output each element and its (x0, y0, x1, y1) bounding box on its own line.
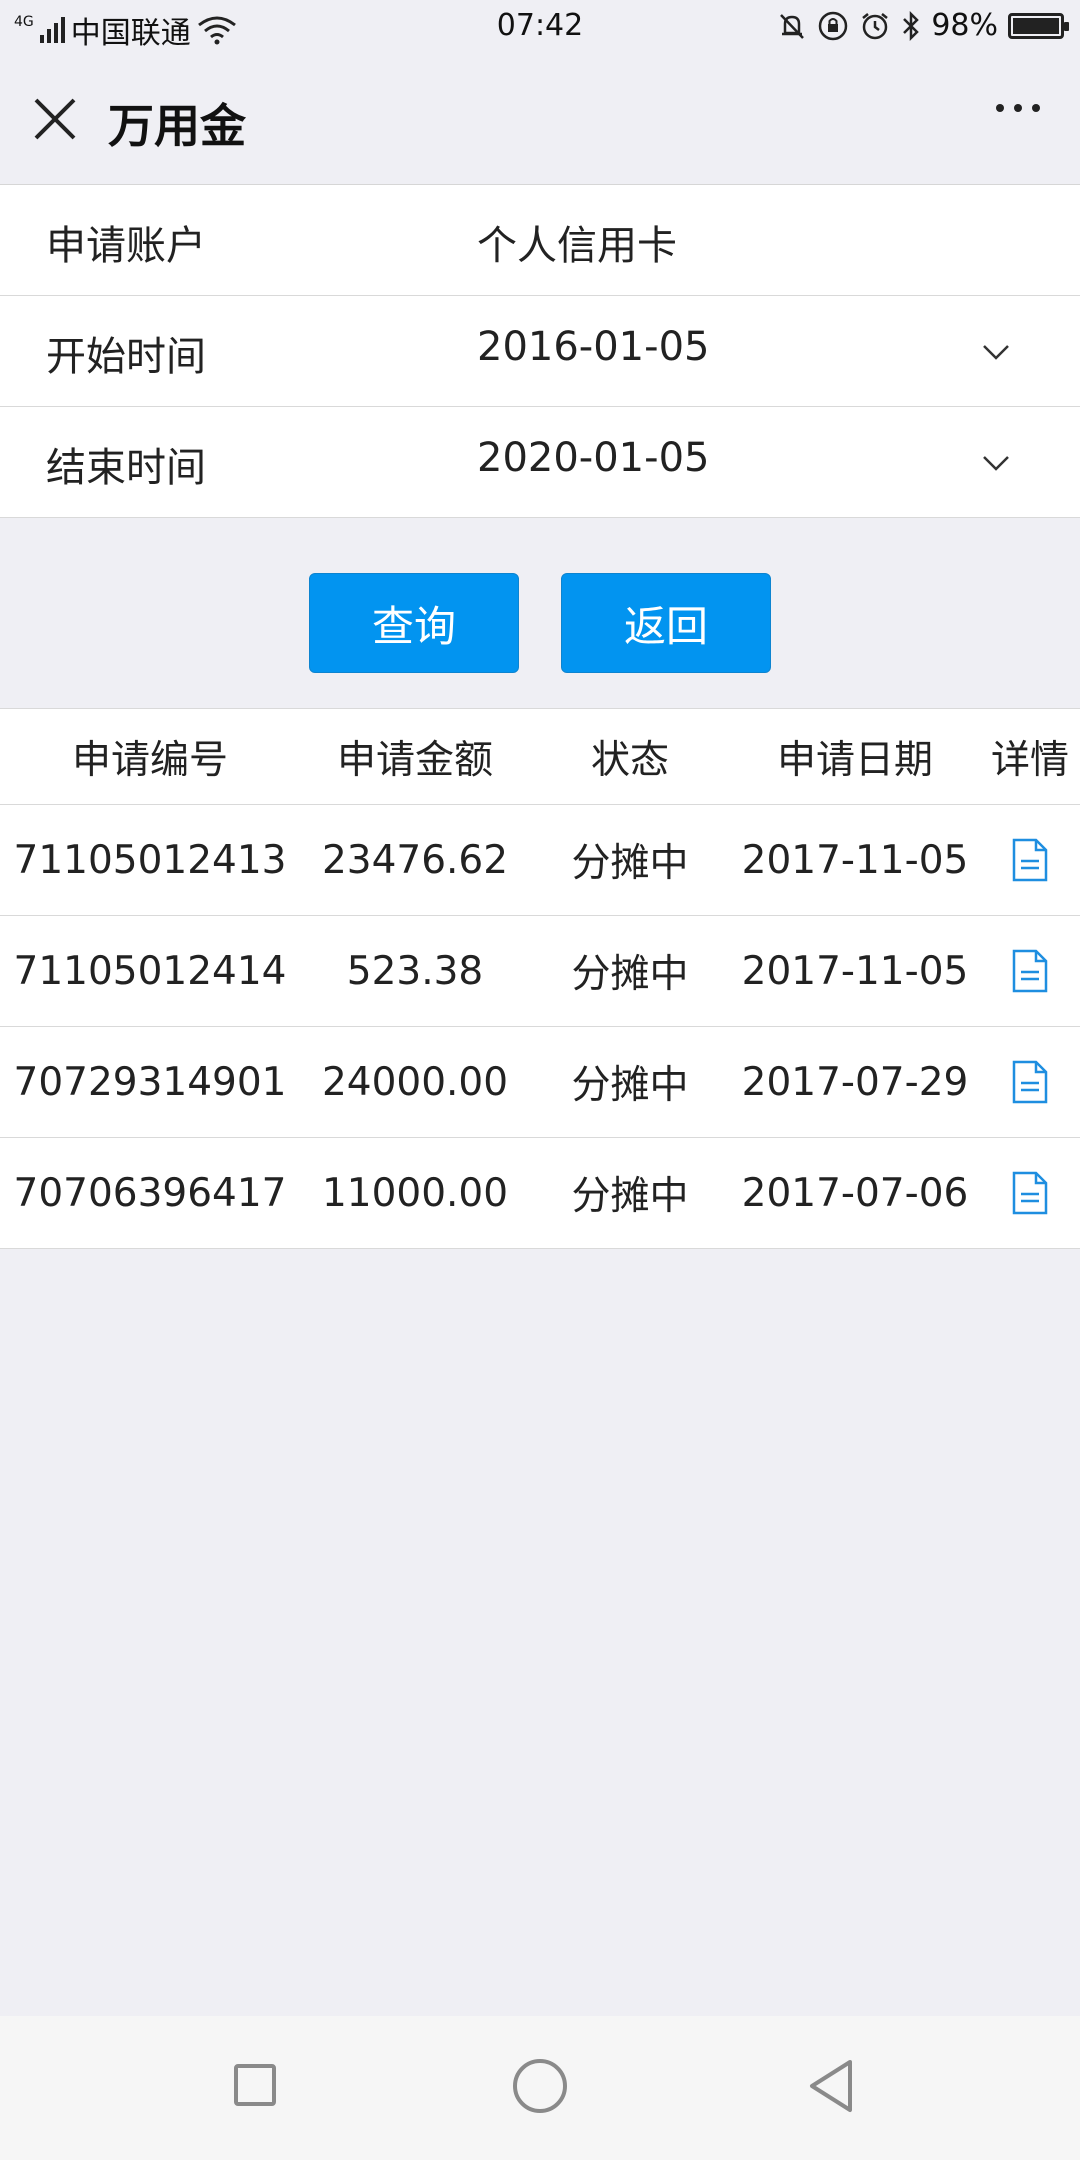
row-amount: 11000.00 (321, 1170, 509, 1216)
page-title: 万用金 (108, 99, 246, 153)
row-id: 70729314901 (13, 1059, 287, 1105)
row-id: 71105012413 (13, 837, 287, 883)
row-amount: 523.38 (346, 948, 484, 994)
back-triangle-icon[interactable] (806, 2058, 856, 2114)
home-icon[interactable] (513, 2059, 567, 2113)
table-row: 70706396417 11000.00 分摊中 2017-07-06 (0, 1138, 1080, 1249)
status-bar: 4G 中国联通 07:42 98% (0, 0, 1080, 54)
form-row-end-date[interactable]: 结束时间 2020-01-05 (0, 407, 1080, 518)
end-date-value[interactable]: 2020-01-05 (477, 435, 709, 481)
battery-percent: 98% (931, 8, 998, 43)
row-amount: 24000.00 (321, 1059, 509, 1105)
row-detail[interactable] (980, 1170, 1080, 1216)
document-icon[interactable] (1011, 948, 1049, 994)
form-row-start-date[interactable]: 开始时间 2016-01-05 (0, 296, 1080, 407)
row-detail[interactable] (980, 1059, 1080, 1105)
bluetooth-icon (903, 10, 920, 41)
chevron-down-icon[interactable] (982, 338, 1010, 366)
query-form: 申请账户 个人信用卡 开始时间 2016-01-05 结束时间 2020-01-… (0, 185, 1080, 518)
row-date: 2017-11-05 (741, 837, 969, 883)
row-date: 2017-07-29 (741, 1059, 969, 1105)
account-value: 个人信用卡 (477, 223, 677, 269)
chevron-down-icon[interactable] (982, 449, 1010, 477)
alarm-icon (862, 12, 889, 39)
column-header-amount: 申请金额 (336, 737, 493, 783)
rotation-lock-icon (819, 11, 848, 40)
row-status: 分摊中 (571, 841, 689, 886)
start-date-value[interactable]: 2016-01-05 (477, 324, 709, 370)
table-row: 70729314901 24000.00 分摊中 2017-07-29 (0, 1027, 1080, 1138)
row-status: 分摊中 (571, 1174, 689, 1219)
table-header: 申请编号 申请金额 状态 申请日期 详情 (0, 709, 1080, 805)
row-id: 71105012414 (13, 948, 287, 994)
row-status: 分摊中 (571, 1063, 689, 1108)
query-button[interactable]: 查询 (309, 573, 519, 673)
battery-icon (1008, 12, 1069, 39)
row-id: 70706396417 (13, 1170, 287, 1216)
column-header-date: 申请日期 (776, 737, 933, 783)
navigation-bar (0, 2016, 1080, 2160)
start-date-label: 开始时间 (46, 334, 206, 380)
row-date: 2017-11-05 (741, 948, 969, 994)
account-label: 申请账户 (46, 223, 206, 269)
table-row: 71105012413 23476.62 分摊中 2017-11-05 (0, 805, 1080, 916)
row-date: 2017-07-06 (741, 1170, 969, 1216)
document-icon[interactable] (1011, 1059, 1049, 1105)
table-row: 71105012414 523.38 分摊中 2017-11-05 (0, 916, 1080, 1027)
status-right: 98% (777, 8, 1069, 43)
column-header-detail: 详情 (990, 737, 1069, 783)
form-row-account: 申请账户 个人信用卡 (0, 185, 1080, 296)
row-detail[interactable] (980, 837, 1080, 883)
results-table: 申请编号 申请金额 状态 申请日期 详情 71105012413 23476.6… (0, 708, 1080, 1249)
mute-bell-icon (780, 13, 805, 39)
title-bar: 万用金 (0, 54, 1080, 185)
column-header-id: 申请编号 (71, 737, 228, 783)
document-icon[interactable] (1011, 837, 1049, 883)
row-detail[interactable] (980, 948, 1080, 994)
recent-apps-icon[interactable] (234, 2064, 276, 2106)
more-icon[interactable] (996, 104, 1040, 112)
row-amount: 23476.62 (321, 837, 509, 883)
back-button[interactable]: 返回 (561, 573, 771, 673)
row-status: 分摊中 (571, 952, 689, 997)
column-header-status: 状态 (590, 737, 669, 783)
end-date-label: 结束时间 (46, 445, 206, 491)
close-icon[interactable] (30, 94, 80, 144)
document-icon[interactable] (1011, 1170, 1049, 1216)
